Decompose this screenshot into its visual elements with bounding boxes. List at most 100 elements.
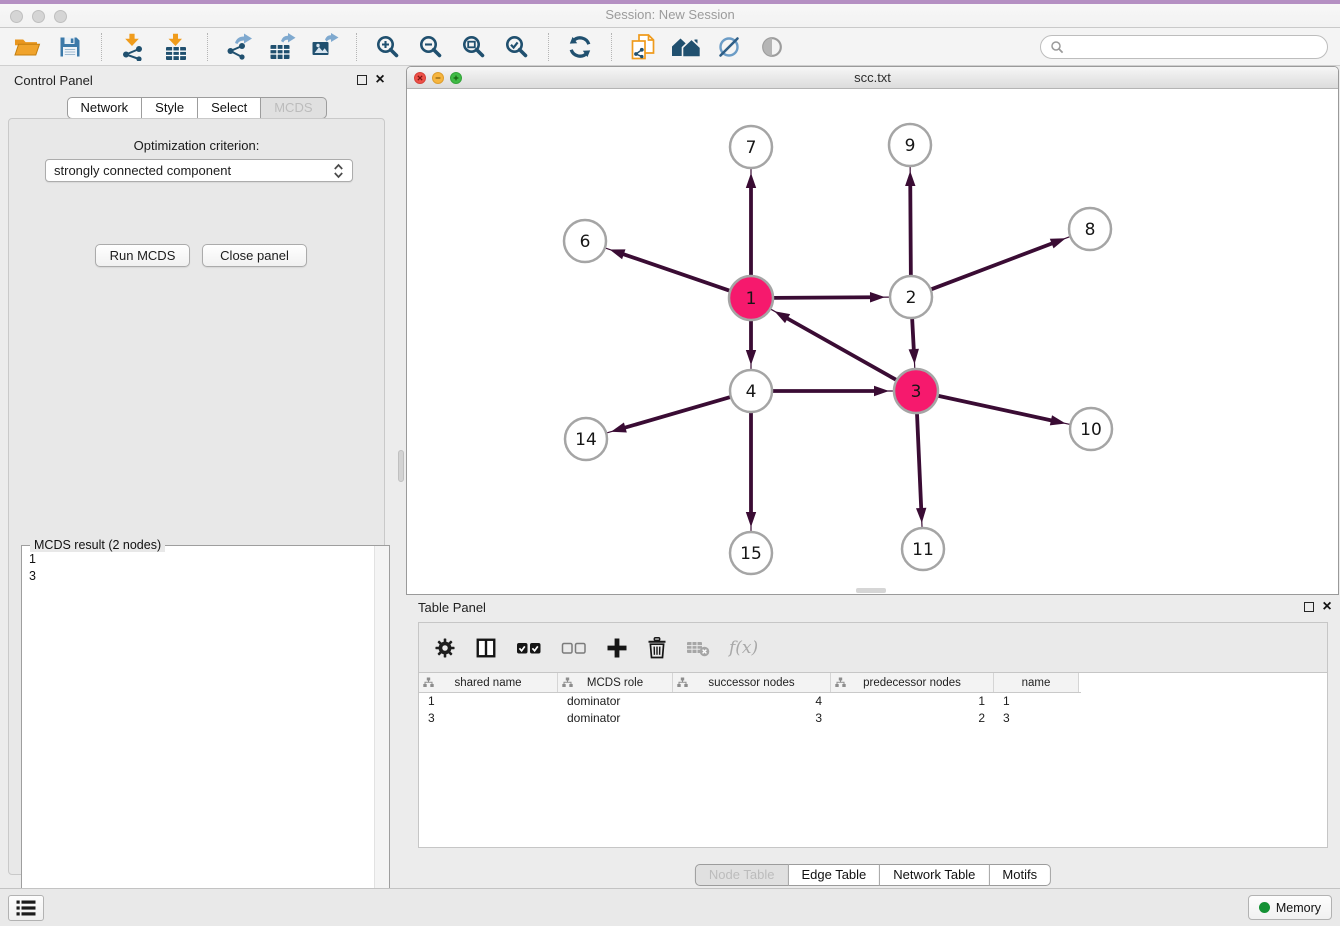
edge-3-1[interactable] (771, 309, 896, 379)
table-settings-button[interactable] (434, 637, 456, 659)
search-input[interactable] (1070, 39, 1318, 54)
table-cell: 3 (994, 710, 1079, 727)
optimization-criterion-select[interactable]: strongly connected component (45, 159, 353, 182)
add-row-button[interactable] (606, 637, 628, 659)
network-close-button[interactable] (414, 72, 426, 84)
table-row[interactable]: 1dominator411 (419, 693, 1081, 710)
network-from-file-button[interactable] (628, 32, 658, 62)
node-10[interactable]: 10 (1070, 408, 1112, 450)
edge-4-3[interactable] (773, 386, 893, 396)
bird-eye-view-button[interactable] (757, 32, 787, 62)
node-9[interactable]: 9 (889, 124, 931, 166)
column-header-label: name (1022, 677, 1051, 689)
column-header-successor-nodes[interactable]: successor nodes (673, 673, 831, 692)
search-field[interactable] (1040, 35, 1328, 59)
control-panel-close-button[interactable]: × (373, 73, 387, 87)
control-panel-float-button[interactable] (355, 73, 369, 87)
deselect-all-button[interactable] (561, 639, 587, 657)
node-table-container: f(x) shared nameMCDS rolesuccessor nodes… (418, 622, 1328, 848)
column-header-predecessor-nodes[interactable]: predecessor nodes (831, 673, 994, 692)
tab-motifs[interactable]: Motifs (989, 864, 1051, 886)
home-icon (671, 35, 701, 59)
zoom-out-button[interactable] (416, 32, 446, 62)
network-minimize-button[interactable] (432, 72, 444, 84)
save-session-button[interactable] (55, 32, 85, 62)
column-header-mcds-role[interactable]: MCDS role (558, 673, 673, 692)
table-row[interactable]: 3dominator323 (419, 710, 1081, 727)
export-table-button[interactable] (267, 32, 297, 62)
home-button[interactable] (671, 32, 701, 62)
column-header-shared-name[interactable]: shared name (419, 673, 558, 692)
network-canvas[interactable]: 7 9 6 8 1 2 4 3 14 10 15 11 (407, 89, 1338, 594)
run-mcds-button[interactable]: Run MCDS (95, 244, 190, 267)
zoom-selected-button[interactable] (502, 32, 532, 62)
graphics-details-button[interactable] (714, 32, 744, 62)
mcds-result-scrollbar[interactable] (374, 546, 389, 926)
zoom-in-button[interactable] (373, 32, 403, 62)
edge-1-4[interactable] (746, 321, 756, 369)
node-15[interactable]: 15 (730, 532, 772, 574)
network-window-titlebar[interactable]: scc.txt (407, 67, 1338, 89)
toolbar-separator (207, 33, 208, 61)
node-7[interactable]: 7 (730, 126, 772, 168)
node-6[interactable]: 6 (564, 220, 606, 262)
close-icon: × (1322, 602, 1331, 612)
edge-3-11[interactable] (916, 414, 926, 527)
node-table[interactable]: shared nameMCDS role successor nodes prede… (419, 672, 1327, 847)
table-panel-close-button[interactable]: × (1320, 600, 1334, 614)
tab-mcds[interactable]: MCDS (261, 97, 326, 119)
graphics-details-icon (716, 34, 742, 60)
tab-network-table[interactable]: Network Table (880, 864, 989, 886)
tab-node-table[interactable]: Node Table (695, 864, 789, 886)
task-history-button[interactable] (8, 895, 44, 921)
main-toolbar (0, 28, 1340, 66)
node-14[interactable]: 14 (565, 418, 607, 460)
tab-edge-table[interactable]: Edge Table (788, 864, 880, 886)
zoom-out-icon (418, 34, 444, 60)
delete-table-button (686, 638, 710, 658)
optimization-criterion-label: Optimization criterion: (9, 138, 384, 153)
edge-2-3[interactable] (909, 319, 919, 368)
app-titlebar: Session: New Session (0, 0, 1340, 28)
node-3[interactable]: 3 (894, 369, 938, 413)
column-header-name[interactable]: name (994, 673, 1079, 692)
mcds-result-line: 1 (29, 551, 366, 568)
vertical-splitter-handle[interactable] (398, 450, 404, 482)
tab-network[interactable]: Network (66, 97, 142, 119)
tab-style[interactable]: Style (142, 97, 198, 119)
select-all-button[interactable] (516, 639, 542, 657)
export-network-button[interactable] (224, 32, 254, 62)
edge-2-9[interactable] (905, 167, 915, 275)
show-columns-button[interactable] (475, 637, 497, 659)
import-network-button[interactable] (118, 32, 148, 62)
edge-4-14[interactable] (607, 397, 730, 433)
node-label-2: 2 (906, 288, 917, 308)
memory-button[interactable]: Memory (1248, 895, 1332, 920)
edge-1-6[interactable] (606, 248, 729, 290)
open-session-button[interactable] (12, 32, 42, 62)
node-2[interactable]: 2 (890, 276, 932, 318)
table-panel-float-button[interactable] (1302, 600, 1316, 614)
node-1[interactable]: 1 (729, 276, 773, 320)
zoom-fit-button[interactable] (459, 32, 489, 62)
refresh-button[interactable] (565, 32, 595, 62)
edge-2-8[interactable] (932, 237, 1070, 289)
edge-1-2[interactable] (774, 292, 889, 302)
column-header-label: successor nodes (708, 677, 794, 689)
network-zoom-button[interactable] (450, 72, 462, 84)
edge-4-15[interactable] (746, 413, 756, 531)
refresh-icon (567, 34, 593, 60)
tab-select[interactable]: Select (198, 97, 261, 119)
node-11[interactable]: 11 (902, 528, 944, 570)
import-table-button[interactable] (161, 32, 191, 62)
edge-3-10[interactable] (938, 396, 1069, 426)
table-cell: 1 (419, 693, 558, 710)
node-4[interactable]: 4 (730, 370, 772, 412)
node-8[interactable]: 8 (1069, 208, 1111, 250)
horizontal-splitter-handle[interactable] (856, 588, 886, 593)
close-panel-button[interactable]: Close panel (202, 244, 307, 267)
network-view-window: scc.txt 7 9 6 8 1 2 4 3 14 10 15 11 (406, 66, 1339, 595)
delete-row-button[interactable] (647, 637, 667, 659)
edge-1-7[interactable] (746, 169, 756, 275)
export-image-button[interactable] (310, 32, 340, 62)
